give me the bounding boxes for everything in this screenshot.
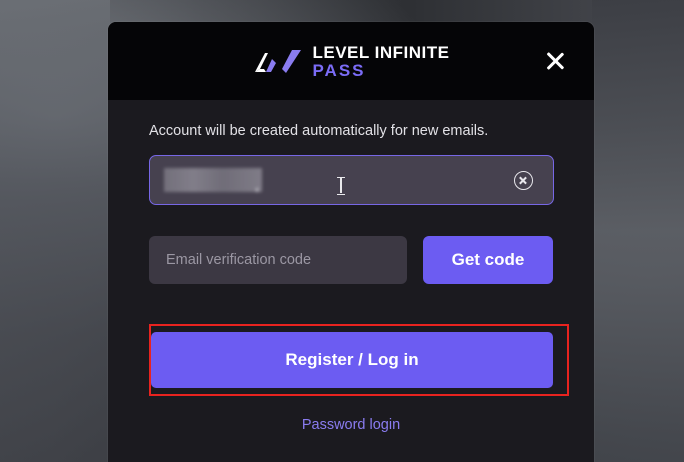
background-left-blur — [0, 0, 110, 462]
register-login-button[interactable]: Register / Log in — [151, 332, 553, 388]
level-infinite-pass-logo: LEVEL INFINITE PASS — [252, 44, 449, 79]
level-infinite-logo-icon — [255, 50, 302, 73]
verification-code-input[interactable] — [149, 236, 407, 284]
password-login-link[interactable]: Password login — [108, 417, 594, 433]
text-cursor-icon — [337, 177, 345, 195]
email-field[interactable] — [149, 155, 554, 205]
background-right-blur — [592, 0, 684, 462]
clear-input-icon[interactable] — [514, 171, 533, 190]
logo-wordmark-bottom: PASS — [312, 60, 366, 80]
modal-header: LEVEL INFINITE PASS — [108, 22, 594, 100]
close-icon[interactable] — [544, 50, 566, 72]
get-code-button[interactable]: Get code — [423, 236, 553, 284]
email-value-redacted — [164, 168, 262, 192]
login-modal: LEVEL INFINITE PASS Account will be crea… — [108, 22, 594, 462]
logo-wordmark-top: LEVEL INFINITE — [312, 42, 450, 62]
auto-create-hint: Account will be created automatically fo… — [149, 123, 489, 139]
